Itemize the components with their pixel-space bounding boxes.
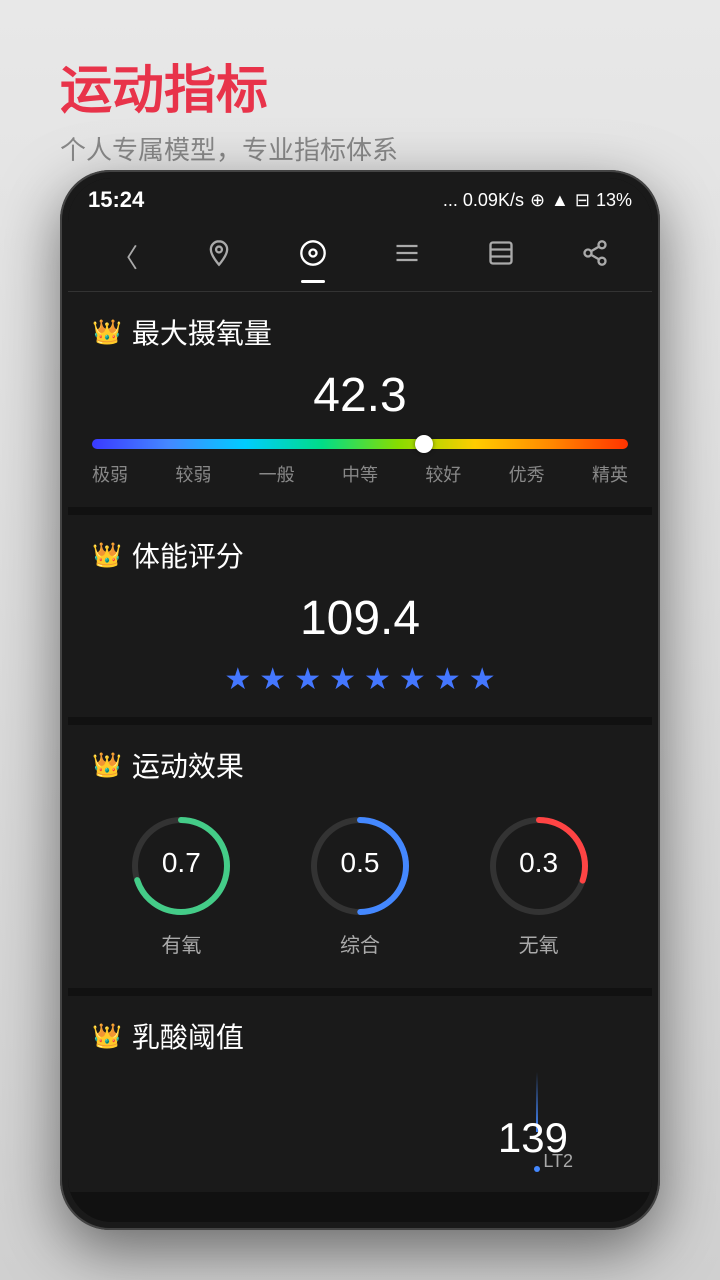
rainbow-labels: 极弱 较弱 一般 中等 较好 优秀 精英 <box>92 461 628 487</box>
nav-map[interactable] <box>184 227 254 287</box>
aerobic-circle-item: 0.7 有氧 <box>126 811 236 958</box>
status-bar: 15:24 ... 0.09K/s ⊕ ▲ ⊟ 13% <box>68 178 652 222</box>
aerobic-label: 有氧 <box>161 929 201 958</box>
bluetooth-icon: ⊕ <box>530 190 545 211</box>
crown-icon-lactic: 👑 <box>92 1022 122 1051</box>
label-weak: 较弱 <box>175 461 211 487</box>
wifi-icon: ▲ <box>551 190 569 211</box>
lactic-sublabel: LT2 <box>543 1151 573 1172</box>
fitness-header: 👑 体能评分 <box>92 535 628 575</box>
star-2: ★ <box>259 662 286 697</box>
status-time: 15:24 <box>88 187 144 213</box>
share-icon <box>581 239 609 274</box>
aerobic-value: 0.7 <box>162 847 201 879</box>
list-icon <box>393 239 421 274</box>
exercise-effect-header: 👑 运动效果 <box>92 745 628 785</box>
data-icon <box>299 239 327 274</box>
status-right: ... 0.09K/s ⊕ ▲ ⊟ 13% <box>443 190 632 211</box>
comprehensive-text: 0.5 <box>341 847 380 879</box>
nav-share[interactable] <box>560 227 630 287</box>
phone-frame: 15:24 ... 0.09K/s ⊕ ▲ ⊟ 13% 〈 <box>60 170 660 1230</box>
nav-list[interactable] <box>372 227 442 287</box>
page-title-area: 运动指标 个人专属模型，专业指标体系 <box>60 60 398 167</box>
exercise-effect-title: 运动效果 <box>132 745 244 785</box>
stars-row: ★ ★ ★ ★ ★ ★ ★ ★ <box>92 662 628 697</box>
lactic-content: 139 LT2 <box>92 1072 628 1172</box>
signal-icon: ⊟ <box>575 190 590 211</box>
anaerobic-text: 0.3 <box>519 847 558 879</box>
label-better: 较好 <box>425 461 461 487</box>
comprehensive-circle-item: 0.5 综合 <box>305 811 415 958</box>
vo2max-title: 最大摄氧量 <box>132 312 272 352</box>
nav-layout[interactable] <box>466 227 536 287</box>
star-4: ★ <box>329 662 356 697</box>
crown-icon-fitness: 👑 <box>92 541 122 570</box>
battery-status: 13% <box>596 190 632 211</box>
lactic-dot <box>534 1166 540 1172</box>
fitness-title: 体能评分 <box>132 535 244 575</box>
nav-bar: 〈 <box>68 222 652 292</box>
vo2max-value: 42.3 <box>92 368 628 423</box>
lactic-title: 乳酸阈值 <box>132 1016 244 1056</box>
star-5: ★ <box>364 662 391 697</box>
crown-icon-effect: 👑 <box>92 751 122 780</box>
star-7: ★ <box>434 662 461 697</box>
page-subtitle: 个人专属模型，专业指标体系 <box>60 130 398 167</box>
network-speed: ... 0.09K/s <box>443 190 524 211</box>
star-6: ★ <box>399 662 426 697</box>
page-main-title: 运动指标 <box>60 60 398 122</box>
rainbow-bar <box>92 439 628 449</box>
fitness-value: 109.4 <box>92 591 628 646</box>
aerobic-text: 0.7 <box>162 847 201 879</box>
label-elite: 精英 <box>592 461 628 487</box>
vo2max-header: 👑 最大摄氧量 <box>92 312 628 352</box>
star-3: ★ <box>294 662 321 697</box>
layout-icon <box>487 239 515 274</box>
lactic-section: 👑 乳酸阈值 139 LT2 <box>68 996 652 1192</box>
star-8: ★ <box>469 662 496 697</box>
fitness-section: 👑 体能评分 109.4 ★ ★ ★ ★ ★ ★ ★ ★ <box>68 515 652 717</box>
effect-circles: 0.7 有氧 0.5 <box>92 801 628 968</box>
anaerobic-circle: 0.3 <box>484 811 594 921</box>
comprehensive-label: 综合 <box>340 929 380 958</box>
map-icon <box>205 239 233 274</box>
anaerobic-circle-item: 0.3 无氧 <box>484 811 594 958</box>
nav-back[interactable]: 〈 <box>90 227 160 287</box>
label-medium: 中等 <box>342 461 378 487</box>
crown-icon-vo2: 👑 <box>92 318 122 347</box>
label-excellent: 优秀 <box>509 461 545 487</box>
nav-data[interactable] <box>278 227 348 287</box>
exercise-effect-section: 👑 运动效果 0.7 <box>68 725 652 988</box>
lactic-header: 👑 乳酸阈值 <box>92 1016 628 1056</box>
scroll-content[interactable]: 👑 最大摄氧量 42.3 极弱 较弱 一般 中等 较好 优秀 精英 <box>68 292 652 1222</box>
label-normal: 一般 <box>259 461 295 487</box>
back-icon: 〈 <box>112 238 138 275</box>
comprehensive-circle: 0.5 <box>305 811 415 921</box>
comprehensive-value: 0.5 <box>341 847 380 879</box>
rainbow-indicator <box>415 435 433 453</box>
anaerobic-value: 0.3 <box>519 847 558 879</box>
phone-inner: 15:24 ... 0.09K/s ⊕ ▲ ⊟ 13% 〈 <box>68 178 652 1222</box>
vo2max-section: 👑 最大摄氧量 42.3 极弱 较弱 一般 中等 较好 优秀 精英 <box>68 292 652 507</box>
aerobic-circle: 0.7 <box>126 811 236 921</box>
star-1: ★ <box>224 662 251 697</box>
anaerobic-label: 无氧 <box>519 929 559 958</box>
label-very-weak: 极弱 <box>92 461 128 487</box>
